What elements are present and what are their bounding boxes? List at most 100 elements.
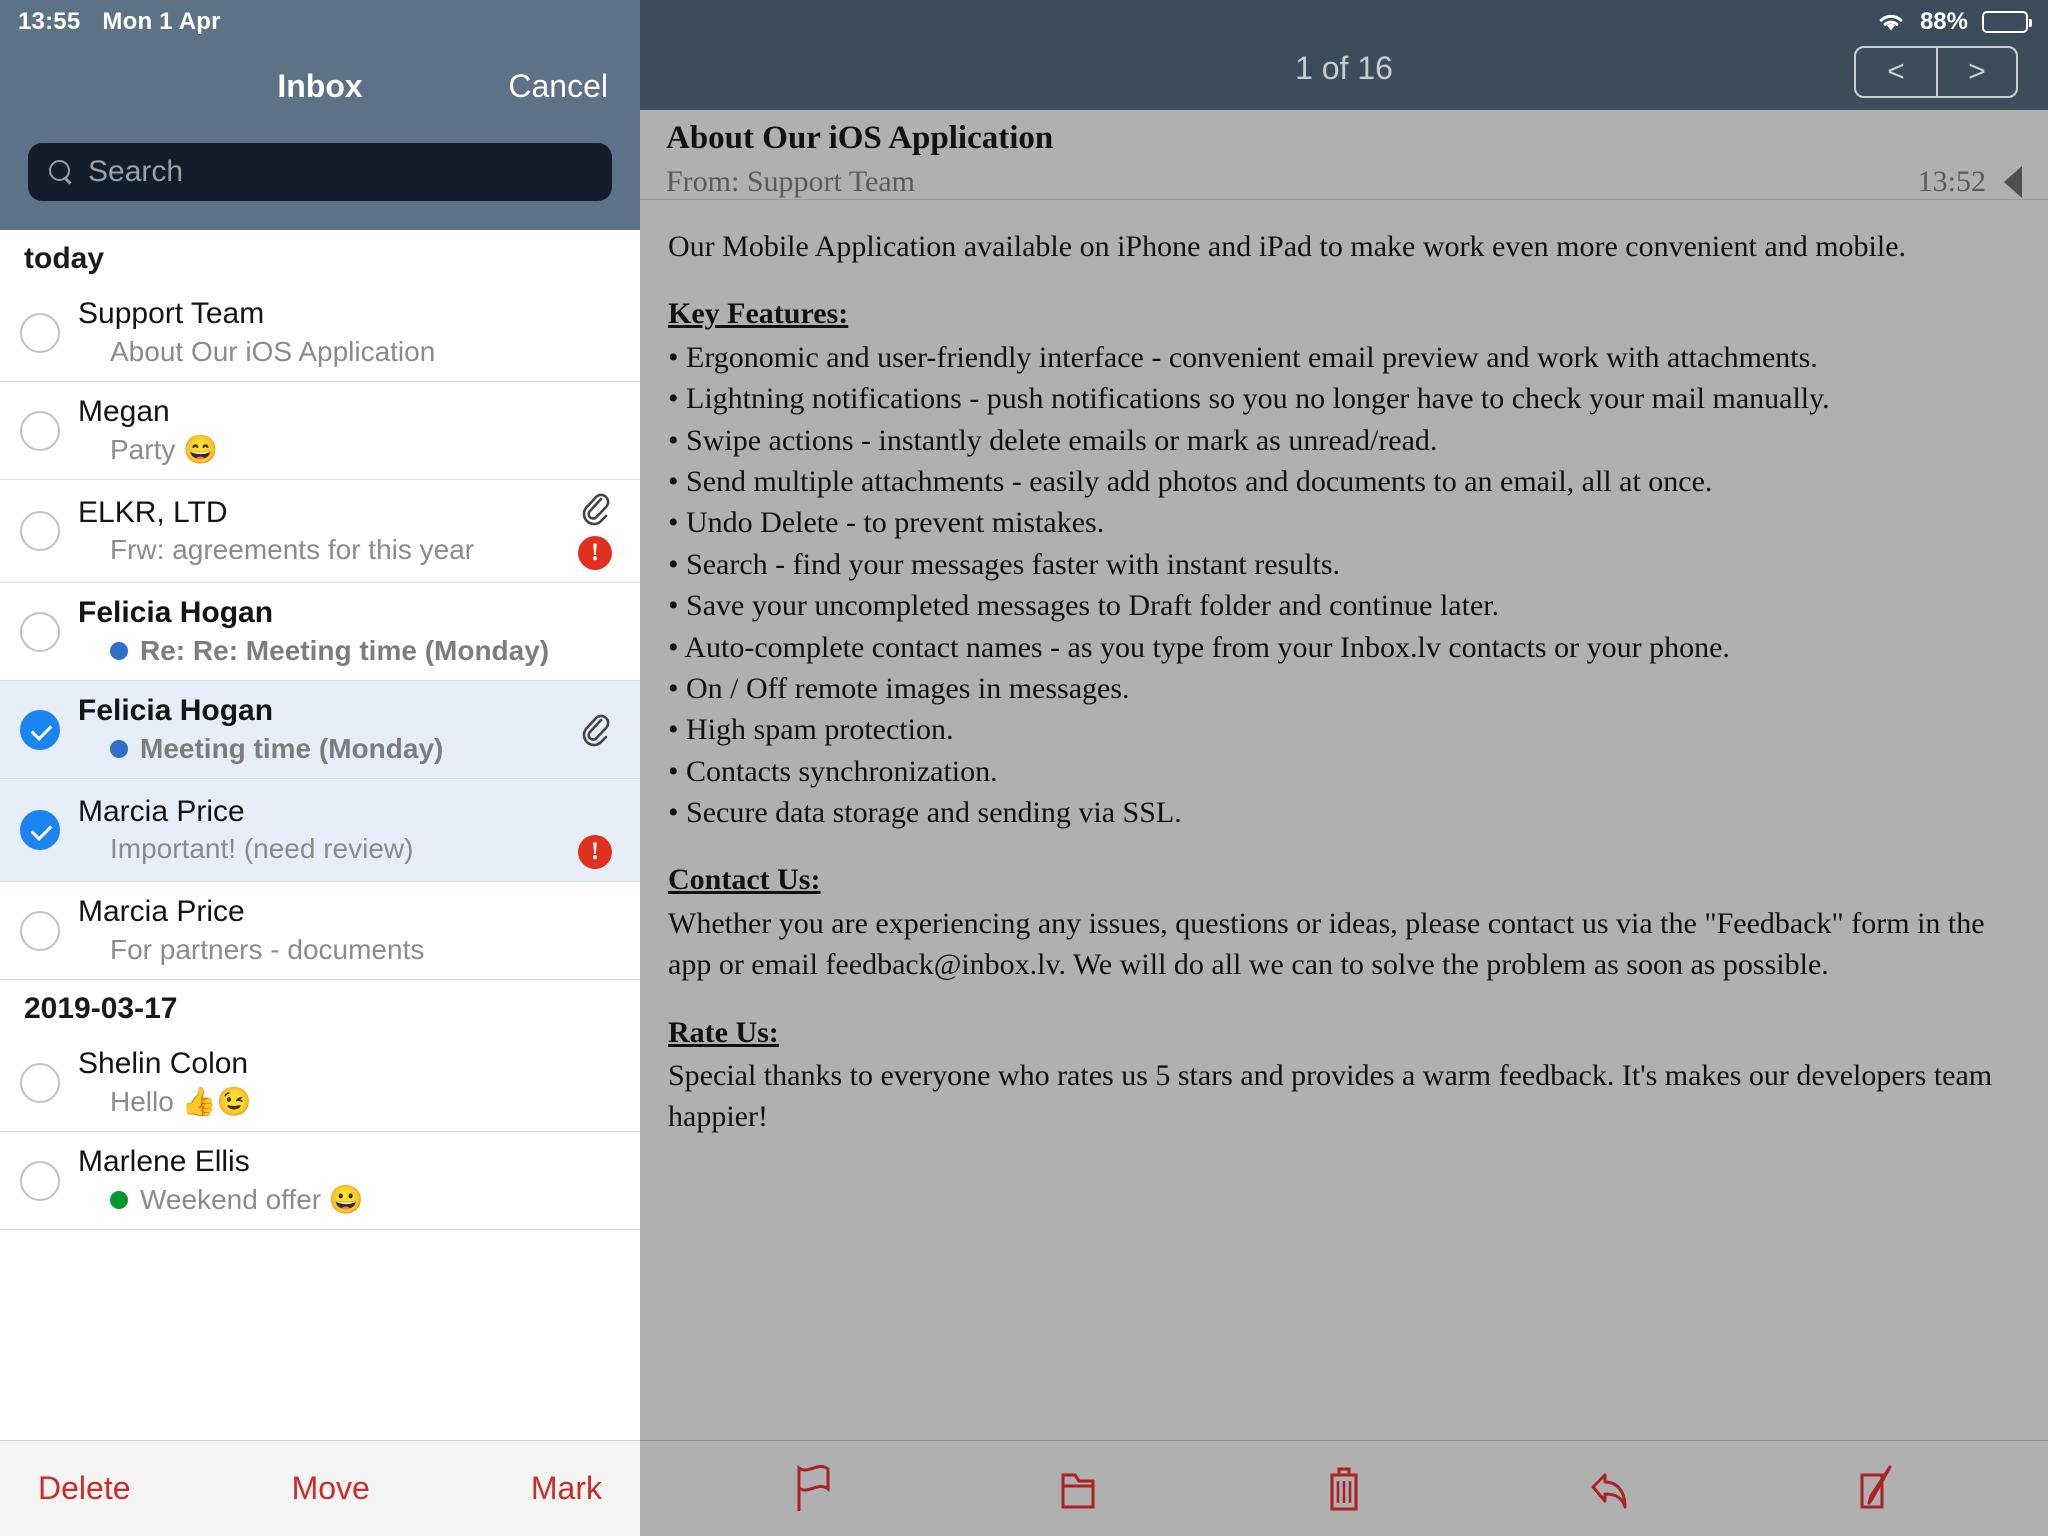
cancel-button[interactable]: Cancel [508, 68, 608, 105]
list-item-subject: About Our iOS Application [110, 335, 436, 367]
list-item-subject-row: Re: Re: Meeting time (Monday) [78, 634, 572, 668]
checkbox-icon[interactable] [20, 910, 60, 951]
next-message-button[interactable]: > [1936, 48, 2016, 96]
list-item-badges [572, 687, 618, 772]
list-item[interactable]: Megan Party 😄 [0, 382, 640, 480]
list-item-badges [572, 388, 618, 473]
badge-spacer [580, 791, 610, 825]
list-item-subject: Re: Re: Meeting time (Monday) [140, 634, 550, 666]
attachment-icon [580, 492, 610, 526]
list-item[interactable]: Support Team About Our iOS Application [0, 284, 640, 382]
list-item-badges [572, 1138, 618, 1223]
feature-item: High spam protection. [668, 709, 2020, 750]
sidebar-action-toolbar: Delete Move Mark [0, 1440, 640, 1536]
unread-dot-icon [110, 1190, 128, 1209]
unread-dot-icon [110, 641, 128, 660]
checkbox-icon[interactable] [20, 410, 60, 451]
flag-icon[interactable] [790, 1463, 836, 1515]
checkbox-checked-icon[interactable] [20, 709, 60, 750]
checkbox-icon[interactable] [20, 511, 60, 551]
checkbox-icon[interactable] [20, 312, 60, 353]
key-features-title: Key Features: [668, 297, 849, 331]
checkbox-icon[interactable] [20, 1160, 60, 1201]
list-item-content: Shelin Colon Hello 👍😉 [78, 1046, 572, 1119]
search-field[interactable]: Search [28, 143, 612, 201]
reply-icon[interactable] [1587, 1463, 1633, 1515]
important-icon: ! [578, 835, 612, 869]
message-detail-panel: 88% 1 of 16 < > About Our iOS Applicatio… [640, 0, 2048, 1536]
list-item-content: Marlene Ellis Weekend offer 😀 [78, 1144, 572, 1217]
email-app-window: 13:55 Mon 1 Apr Inbox Cancel Search toda… [0, 0, 2048, 1536]
list-item[interactable]: Felicia Hogan Re: Re: Meeting time (Monda… [0, 583, 640, 681]
delete-button[interactable]: Delete [38, 1470, 131, 1507]
compose-icon[interactable] [1852, 1463, 1898, 1515]
list-item-badges: ! [572, 486, 618, 576]
list-item-content: ELKR, LTD Frw: agreements for this year [78, 495, 572, 568]
feature-item: Undo Delete - to prevent mistakes. [668, 502, 2020, 543]
rate-us-title: Rate Us: [668, 1015, 779, 1049]
list-item-subject-row: Meeting time (Monday) [78, 732, 572, 766]
prev-message-button[interactable]: < [1856, 48, 1936, 96]
feature-item: Swipe actions - instantly delete emails … [668, 420, 2020, 461]
important-icon: ! [578, 536, 612, 570]
list-item-badges [572, 589, 618, 674]
list-group-header: today [0, 230, 640, 284]
list-item[interactable]: ELKR, LTD Frw: agreements for this year! [0, 480, 640, 583]
message-action-toolbar [640, 1440, 2048, 1536]
list-item-subject: Meeting time (Monday) [140, 732, 444, 764]
search-icon [48, 159, 74, 185]
list-item-subject-row: Important! (need review) [78, 832, 572, 866]
message-header: About Our iOS Application From: Support … [640, 110, 2048, 200]
message-meta: From: Support Team 13:52 [666, 165, 2022, 199]
list-item-content: Marcia Price For partners - documents [78, 894, 572, 967]
message-body: Our Mobile Application available on iPho… [640, 200, 2048, 1440]
trash-icon[interactable] [1321, 1463, 1367, 1515]
list-item-sender: Marcia Price [78, 794, 245, 828]
message-subject: About Our iOS Application [666, 120, 1054, 156]
triangle-left-icon[interactable] [2004, 166, 2022, 198]
list-item-badges [572, 290, 618, 375]
list-group-header: 2019-03-17 [0, 980, 640, 1034]
list-item-subject: Frw: agreements for this year [110, 534, 475, 566]
search-placeholder: Search [88, 155, 184, 188]
list-item-subject-row: Weekend offer 😀 [78, 1183, 572, 1217]
rate-us-body: Special thanks to everyone who rates us … [668, 1059, 1993, 1134]
list-item[interactable]: Marlene Ellis Weekend offer 😀 [0, 1132, 640, 1230]
sidebar-nav-bar: 13:55 Mon 1 Apr Inbox Cancel Search [0, 0, 640, 230]
move-button[interactable]: Move [292, 1470, 370, 1507]
list-item-subject-row: For partners - documents [78, 933, 572, 967]
attachment-icon [580, 713, 610, 747]
feature-item: Secure data storage and sending via SSL. [668, 792, 2020, 833]
folder-icon[interactable] [1055, 1463, 1101, 1515]
list-item[interactable]: Marcia Price Important! (need review)! [0, 779, 640, 882]
list-item-subject-row: Frw: agreements for this year [78, 533, 572, 567]
message-sender: From: Support Team [666, 165, 916, 198]
inbox-sidebar: 13:55 Mon 1 Apr Inbox Cancel Search toda… [0, 0, 640, 1536]
feature-item: Auto-complete contact names - as you typ… [668, 627, 2020, 668]
list-item[interactable]: Felicia Hogan Meeting time (Monday) [0, 681, 640, 779]
checkbox-icon[interactable] [20, 611, 60, 652]
battery-icon [1982, 11, 2032, 33]
list-item-sender: ELKR, LTD [78, 495, 228, 529]
list-item-subject: Hello 👍😉 [110, 1085, 252, 1117]
list-item-badges [572, 888, 618, 973]
feature-item: Search - find your messages faster with … [668, 544, 2020, 585]
checkbox-icon[interactable] [20, 1062, 60, 1103]
list-item[interactable]: Marcia Price For partners - documents [0, 882, 640, 980]
list-item-content: Megan Party 😄 [78, 394, 572, 467]
list-item-content: Felicia Hogan Meeting time (Monday) [78, 693, 572, 766]
list-item-subject-row: Party 😄 [78, 433, 572, 467]
status-time: 13:55 [18, 8, 81, 35]
list-item-badges [572, 1040, 618, 1125]
message-pager: < > [1854, 46, 2018, 98]
list-item-sender: Marcia Price [78, 895, 245, 929]
message-time: 13:52 [1917, 165, 1986, 198]
email-list[interactable]: today Support Team About Our iOS Applicati… [0, 230, 640, 1440]
list-item[interactable]: Shelin Colon Hello 👍😉 [0, 1034, 640, 1132]
checkbox-checked-icon[interactable] [20, 810, 60, 850]
mark-button[interactable]: Mark [531, 1470, 602, 1507]
list-item-sender: Felicia Hogan [78, 596, 274, 630]
wifi-icon [1876, 11, 1906, 33]
feature-item: On / Off remote images in messages. [668, 668, 2020, 709]
list-item-sender: Megan [78, 395, 170, 429]
